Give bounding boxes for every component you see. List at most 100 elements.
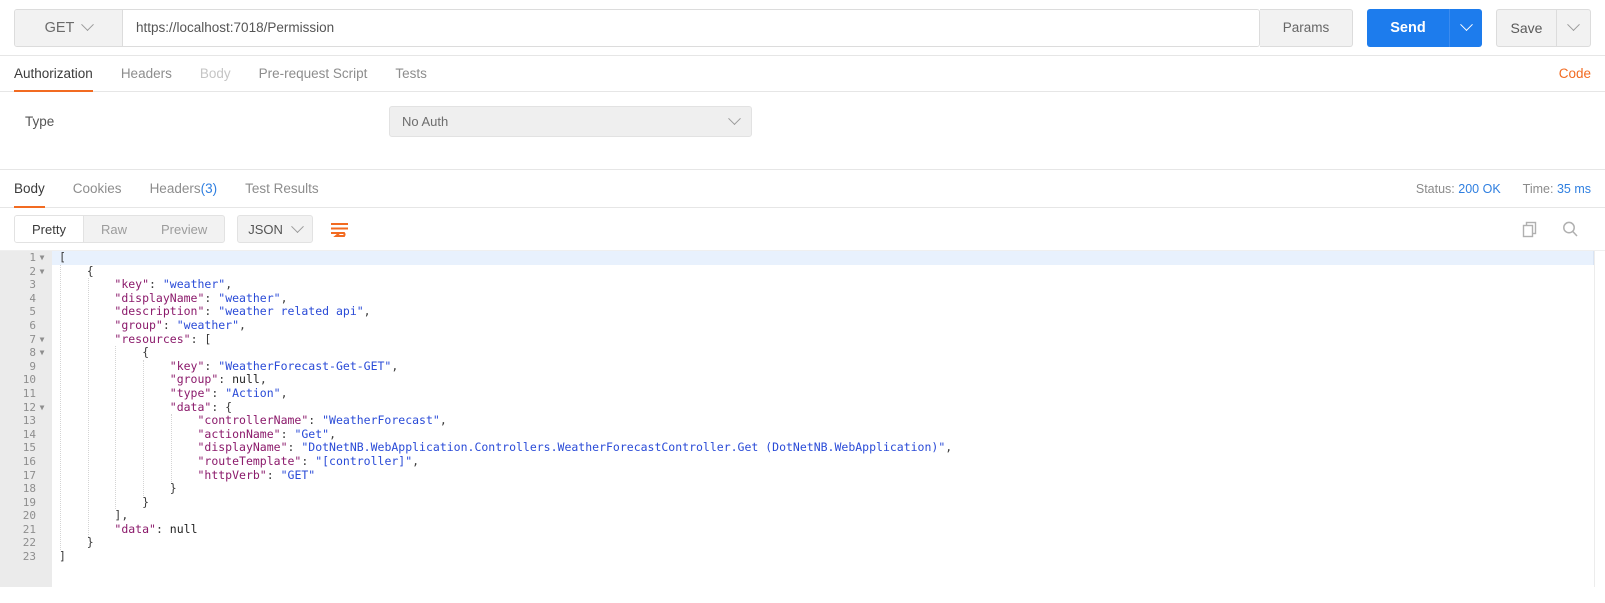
response-actions bbox=[1521, 220, 1591, 238]
code-line: "httpVerb": "GET" bbox=[52, 467, 1605, 483]
auth-type-select[interactable]: No Auth bbox=[389, 106, 752, 137]
line-number-value: 4 bbox=[29, 291, 36, 305]
fold-toggle-icon[interactable]: ▼ bbox=[36, 401, 48, 415]
editor-vertical-scrollbar[interactable] bbox=[1594, 251, 1605, 587]
code-line: } bbox=[52, 536, 1605, 550]
code-token: : bbox=[211, 385, 226, 400]
response-format-select[interactable]: JSON bbox=[237, 215, 313, 243]
line-number: 2 ▼ bbox=[0, 265, 52, 279]
code-token: "WeatherForecast-Get-GET" bbox=[218, 358, 392, 373]
request-tab-pre-request-script[interactable]: Pre-request Script bbox=[245, 56, 382, 91]
fold-toggle-icon[interactable]: ▼ bbox=[36, 265, 48, 279]
code-token: [ bbox=[59, 250, 66, 264]
editor-code-area[interactable]: [ { "key": "weather", "displayName": "we… bbox=[52, 251, 1605, 587]
line-number-value: 10 bbox=[22, 373, 36, 387]
line-number: 23▼ bbox=[0, 550, 52, 564]
line-number-value: 2 bbox=[29, 264, 36, 278]
response-status: Status: 200 OK bbox=[1416, 182, 1501, 196]
line-number-value: 16 bbox=[22, 454, 36, 468]
line-number-value: 14 bbox=[22, 427, 36, 441]
search-button[interactable] bbox=[1561, 220, 1579, 238]
code-line: "data": { bbox=[52, 400, 1605, 415]
code-token: "Get" bbox=[294, 426, 330, 441]
code-token: } bbox=[86, 535, 94, 550]
copy-button[interactable] bbox=[1521, 220, 1539, 238]
tab-label: Headers bbox=[120, 66, 172, 81]
response-body-editor[interactable]: 1▼2▼3▼4▼5▼6▼7▼8▼9▼10▼11▼12▼13▼14▼15▼16▼1… bbox=[0, 250, 1605, 587]
code-token: : [ bbox=[190, 331, 212, 346]
code-token: , bbox=[439, 413, 447, 428]
response-view-preview[interactable]: Preview bbox=[144, 216, 224, 242]
fold-toggle-icon[interactable]: ▼ bbox=[36, 346, 48, 360]
response-meta: Status: 200 OK Time: 35 ms bbox=[1416, 170, 1591, 207]
tab-label: Authorization bbox=[14, 66, 93, 81]
code-line: "group": "weather", bbox=[52, 317, 1605, 333]
code-token: "GET" bbox=[280, 467, 316, 482]
send-button[interactable]: Send bbox=[1367, 8, 1449, 47]
response-view-pretty[interactable]: Pretty bbox=[15, 216, 84, 242]
line-number: 4▼ bbox=[0, 292, 52, 306]
code-token: "actionName" bbox=[197, 426, 281, 441]
response-format-value: JSON bbox=[248, 221, 283, 237]
http-method-label: GET bbox=[44, 19, 75, 36]
search-icon bbox=[1563, 221, 1578, 237]
postman-response-window: GET https://localhost:7018/Permission Pa… bbox=[0, 0, 1605, 603]
line-number-value: 18 bbox=[22, 482, 36, 496]
code-token: , bbox=[391, 358, 399, 373]
request-tab-authorization[interactable]: Authorization bbox=[14, 56, 107, 92]
line-number-value: 6 bbox=[29, 318, 36, 332]
code-token: "group" bbox=[114, 317, 163, 332]
code-line: "controllerName": "WeatherForecast", bbox=[52, 413, 1605, 428]
line-number: 20▼ bbox=[0, 509, 52, 523]
line-number: 15▼ bbox=[0, 441, 52, 455]
request-tab-tests[interactable]: Tests bbox=[381, 56, 441, 91]
wrap-lines-button[interactable] bbox=[325, 215, 355, 243]
code-token: "weather" bbox=[176, 317, 240, 332]
save-button[interactable]: Save bbox=[1497, 10, 1556, 46]
response-tab-cookies[interactable]: Cookies bbox=[59, 170, 136, 207]
line-number: 12 ▼ bbox=[0, 401, 52, 415]
response-view-raw[interactable]: Raw bbox=[84, 216, 144, 242]
code-token: "resources" bbox=[114, 331, 191, 346]
line-number-value: 5 bbox=[29, 305, 36, 319]
code-link[interactable]: Code bbox=[1559, 56, 1591, 91]
request-url-input[interactable]: https://localhost:7018/Permission bbox=[123, 9, 1259, 46]
response-tab-body[interactable]: Body bbox=[14, 170, 59, 208]
fold-toggle-icon[interactable]: ▼ bbox=[36, 251, 48, 265]
code-line: "type": "Action", bbox=[52, 385, 1605, 401]
line-number: 1 ▼ bbox=[0, 251, 52, 265]
response-tabs: Body Cookies Headers (3) Test Results Statu… bbox=[0, 170, 1605, 208]
code-line: { bbox=[52, 345, 1605, 360]
params-button[interactable]: Params bbox=[1260, 8, 1353, 47]
request-tab-headers[interactable]: Headers bbox=[107, 56, 186, 91]
code-line: ], bbox=[52, 508, 1605, 523]
code-line: } bbox=[52, 495, 1605, 510]
save-options-button[interactable] bbox=[1556, 9, 1590, 46]
code-token: "type" bbox=[169, 385, 212, 400]
fold-toggle-icon[interactable]: ▼ bbox=[36, 333, 48, 347]
request-tab-body[interactable]: Body bbox=[186, 56, 245, 91]
code-token: ] bbox=[59, 549, 66, 564]
tab-label: Tests bbox=[395, 66, 427, 81]
line-number-value: 20 bbox=[22, 509, 36, 523]
code-token: , bbox=[259, 372, 267, 387]
response-tab-headers[interactable]: Headers (3) bbox=[136, 170, 232, 207]
line-number: 19▼ bbox=[0, 496, 52, 510]
response-tab-test-results[interactable]: Test Results bbox=[231, 170, 333, 207]
line-number: 8 ▼ bbox=[0, 346, 52, 360]
line-number: 22▼ bbox=[0, 536, 52, 550]
code-token: } bbox=[169, 481, 177, 496]
code-line: "displayName": "weather", bbox=[52, 291, 1605, 306]
code-line: [ bbox=[52, 251, 1605, 265]
send-options-button[interactable] bbox=[1449, 8, 1482, 47]
http-method-select[interactable]: GET bbox=[15, 9, 123, 46]
code-token: , bbox=[239, 317, 246, 332]
